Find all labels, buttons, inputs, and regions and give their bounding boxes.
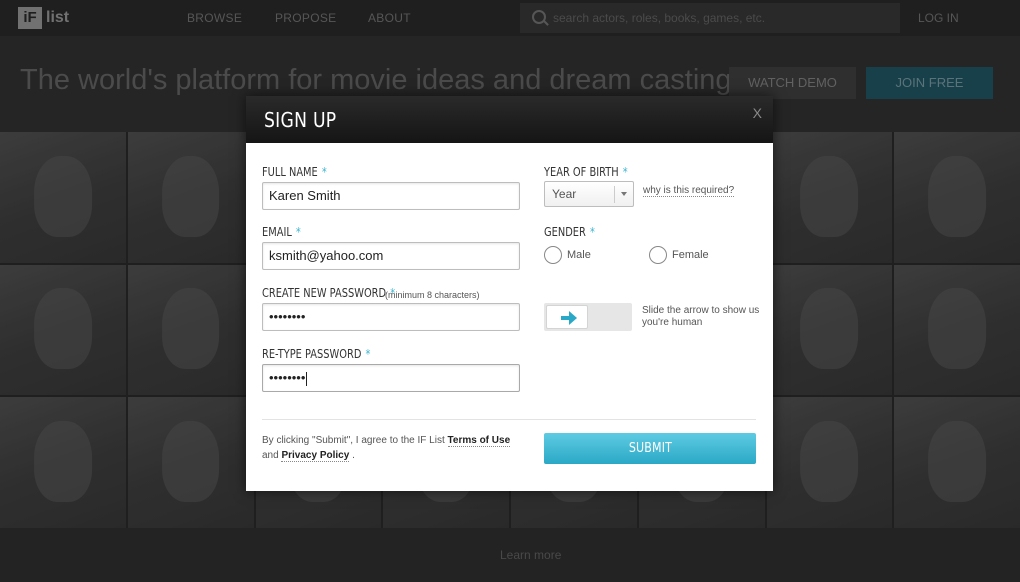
terms-suffix: . <box>352 450 355 461</box>
year-select[interactable]: Year <box>544 181 634 207</box>
email-value: ksmith@yahoo.com <box>269 248 384 263</box>
close-icon[interactable]: X <box>753 105 762 121</box>
gender-female-radio[interactable] <box>649 246 667 264</box>
terms-of-use-link[interactable]: Terms of Use <box>447 435 511 447</box>
gender-label: GENDER * <box>544 225 595 239</box>
terms-prefix: By clicking "Submit", I agree to the IF … <box>262 435 445 446</box>
password-field[interactable]: •••••••• <box>262 303 520 331</box>
why-required-link[interactable]: why is this required? <box>643 185 735 197</box>
submit-label: SUBMIT <box>628 441 672 456</box>
password-hint: (minimum 8 characters) <box>385 290 480 300</box>
retype-password-value: •••••••• <box>269 370 306 385</box>
password-label: CREATE NEW PASSWORD * <box>262 286 396 300</box>
year-of-birth-label: YEAR OF BIRTH * <box>544 165 628 179</box>
arrow-right-icon[interactable] <box>546 305 588 329</box>
submit-button[interactable]: SUBMIT <box>544 433 756 464</box>
select-divider <box>614 186 615 203</box>
modal-header: SIGN UP X <box>246 96 773 143</box>
signup-modal: SIGN UP X FULL NAME * Karen Smith EMAIL * … <box>246 96 773 491</box>
human-check-slider[interactable] <box>544 303 632 331</box>
email-field[interactable]: ksmith@yahoo.com <box>262 242 520 270</box>
human-check-instructions: Slide the arrow to show us you're human <box>642 305 760 328</box>
text-cursor <box>306 371 308 386</box>
form-divider <box>262 419 756 420</box>
required-asterisk: * <box>321 165 327 179</box>
gender-male-label[interactable]: Male <box>567 249 591 261</box>
gender-female-label[interactable]: Female <box>672 249 709 261</box>
required-asterisk: * <box>295 225 301 239</box>
terms-and: and <box>262 450 279 461</box>
chevron-down-icon <box>621 192 627 196</box>
required-asterisk: * <box>365 347 371 361</box>
year-selected-value: Year <box>552 187 577 201</box>
privacy-policy-link[interactable]: Privacy Policy <box>281 450 350 462</box>
retype-password-label: RE-TYPE PASSWORD * <box>262 347 371 361</box>
password-value: •••••••• <box>269 309 306 324</box>
required-asterisk: * <box>622 165 628 179</box>
modal-title: SIGN UP <box>264 108 337 132</box>
retype-password-field[interactable]: •••••••• <box>262 364 520 392</box>
terms-text: By clicking "Submit", I agree to the IF … <box>262 433 522 463</box>
full-name-value: Karen Smith <box>269 188 341 203</box>
email-label: EMAIL * <box>262 225 301 239</box>
required-asterisk: * <box>589 225 595 239</box>
full-name-field[interactable]: Karen Smith <box>262 182 520 210</box>
full-name-label: FULL NAME * <box>262 165 327 179</box>
gender-male-radio[interactable] <box>544 246 562 264</box>
